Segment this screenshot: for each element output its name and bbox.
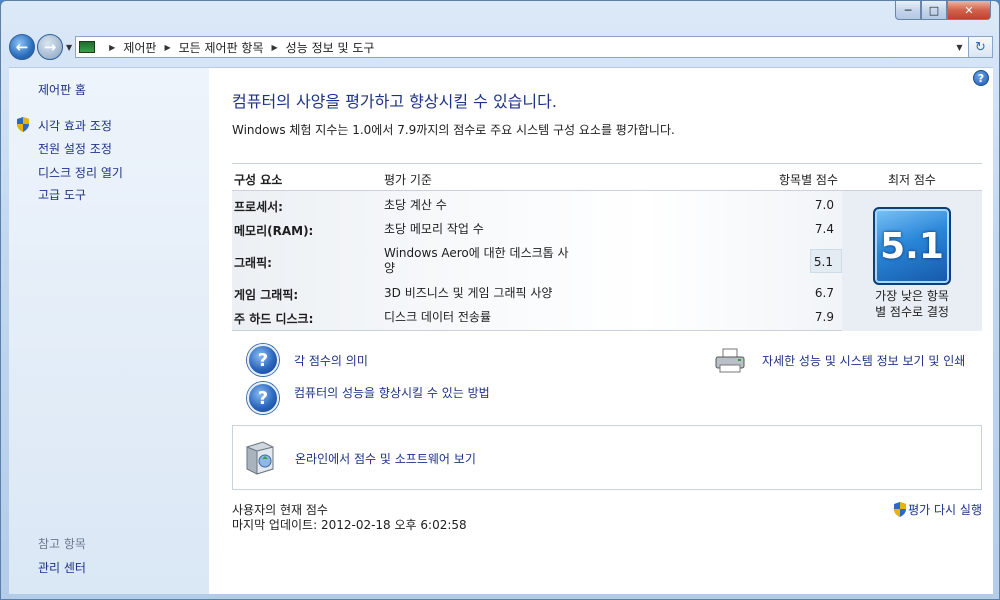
breadcrumb-separator-icon[interactable]: ▶ xyxy=(164,43,170,52)
minimize-button[interactable]: ─ xyxy=(895,1,921,20)
component-name: 그래픽: xyxy=(234,256,272,270)
score-meaning-link[interactable]: 각 점수의 의미 xyxy=(294,352,368,369)
address-bar[interactable]: ▶ 제어판 ▶ 모든 제어판 항목 ▶ 성능 정보 및 도구 ▼ xyxy=(75,36,969,58)
refresh-button[interactable]: ↻ xyxy=(969,36,993,58)
window-frame: ─ □ ✕ ← → ▼ ▶ 제어판 ▶ 모든 제어판 항목 ▶ 성능 정보 및 … xyxy=(0,0,1000,600)
table-row: 프로세서: 초당 계산 수 7.0 xyxy=(232,193,842,217)
question-icon: ? xyxy=(247,382,279,414)
component-name: 게임 그래픽: xyxy=(234,288,299,302)
breadcrumb-control-panel[interactable]: 제어판 xyxy=(123,39,156,56)
online-software-box: 온라인에서 점수 및 소프트웨어 보기 xyxy=(232,425,982,490)
component-name: 프로세서: xyxy=(234,200,283,214)
component-name: 주 하드 디스크: xyxy=(234,312,314,326)
component-criteria: Windows Aero에 대한 데스크톱 사양 xyxy=(384,246,569,275)
table-row: 메모리(RAM): 초당 메모리 작업 수 7.4 xyxy=(232,217,842,241)
rerun-assessment-button[interactable]: 평가 다시 실행 xyxy=(893,501,982,518)
sidebar-item-power-settings[interactable]: 전원 설정 조정 xyxy=(38,140,112,157)
breadcrumb-separator-icon[interactable]: ▶ xyxy=(109,43,115,52)
caption-buttons: ─ □ ✕ xyxy=(895,1,991,20)
address-dropdown-icon[interactable]: ▼ xyxy=(950,43,968,52)
lowest-component-score: 5.1 xyxy=(810,249,842,273)
last-update-label: 마지막 업데이트: 2012-02-18 오후 6:02:58 xyxy=(232,518,467,532)
question-icon: ? xyxy=(247,344,279,376)
sidebar-item-disk-cleanup[interactable]: 디스크 정리 열기 xyxy=(38,164,123,181)
improve-performance-link[interactable]: 컴퓨터의 성능을 향상시킬 수 있는 방법 xyxy=(294,384,490,401)
uac-shield-icon xyxy=(894,502,907,517)
navigation-bar: ← → ▼ ▶ 제어판 ▶ 모든 제어판 항목 ▶ 성능 정보 및 도구 ▼ ↻ xyxy=(9,31,993,63)
maximize-button[interactable]: □ xyxy=(921,1,947,20)
breadcrumb-performance[interactable]: 성능 정보 및 도구 xyxy=(286,39,375,56)
close-button[interactable]: ✕ xyxy=(947,1,991,20)
sidebar-item-visual-effects[interactable]: 시각 효과 조정 xyxy=(38,117,112,134)
forward-button[interactable]: → xyxy=(37,34,63,60)
component-criteria: 초당 계산 수 xyxy=(384,198,447,212)
sidebar-item-action-center[interactable]: 관리 센터 xyxy=(38,559,86,576)
base-score-badge: 5.1 xyxy=(873,207,951,285)
uac-shield-icon xyxy=(17,117,29,132)
table-row: 그래픽: Windows Aero에 대한 데스크톱 사양 5.1 xyxy=(232,245,842,277)
header-component: 구성 요소 xyxy=(234,173,283,187)
main-content: ? 컴퓨터의 사양을 평가하고 향상시킬 수 있습니다. Windows 체험 … xyxy=(209,67,993,594)
component-score: 6.7 xyxy=(814,286,834,300)
component-criteria: 초당 메모리 작업 수 xyxy=(384,222,484,236)
table-row: 주 하드 디스크: 디스크 데이터 전송률 7.9 xyxy=(232,305,842,329)
page-description: Windows 체험 지수는 1.0에서 7.9까지의 점수로 주요 시스템 구… xyxy=(232,123,675,137)
control-panel-icon xyxy=(79,41,96,53)
component-score: 7.9 xyxy=(814,310,834,324)
base-score-desc-line2: 별 점수로 결정 xyxy=(875,305,949,319)
online-scores-link[interactable]: 온라인에서 점수 및 소프트웨어 보기 xyxy=(295,450,476,467)
score-table: 구성 요소 평가 기준 항목별 점수 최저 점수 프로세서: 초당 계산 수 7… xyxy=(232,163,982,331)
sidebar-item-home[interactable]: 제어판 홈 xyxy=(38,81,86,98)
sidebar-item-advanced-tools[interactable]: 고급 도구 xyxy=(38,186,86,203)
printer-icon xyxy=(715,348,745,373)
header-rated: 평가 기준 xyxy=(384,173,432,187)
table-body: 프로세서: 초당 계산 수 7.0 메모리(RAM): 초당 메모리 작업 수 … xyxy=(232,191,982,331)
table-header: 구성 요소 평가 기준 항목별 점수 최저 점수 xyxy=(232,163,982,191)
recent-pages-dropdown[interactable]: ▼ xyxy=(66,43,72,52)
print-details-link[interactable]: 자세한 성능 및 시스템 정보 보기 및 인쇄 xyxy=(762,352,965,369)
sidebar: 제어판 홈 시각 효과 조정 전원 설정 조정 디스크 정리 열기 고급 도구 … xyxy=(9,67,209,594)
breadcrumb-separator-icon[interactable]: ▶ xyxy=(272,43,278,52)
header-subscore: 항목별 점수 xyxy=(779,173,839,187)
help-icon[interactable]: ? xyxy=(973,70,989,86)
base-score-description: 가장 낮은 항목 별 점수로 결정 xyxy=(842,288,982,320)
component-name: 메모리(RAM): xyxy=(234,224,314,238)
back-button[interactable]: ← xyxy=(9,34,35,60)
base-score-panel: 5.1 가장 낮은 항목 별 점수로 결정 xyxy=(842,191,982,331)
base-score-desc-line1: 가장 낮은 항목 xyxy=(875,289,949,303)
breadcrumb-all-items[interactable]: 모든 제어판 항목 xyxy=(179,39,264,56)
rerun-assessment-label: 평가 다시 실행 xyxy=(908,503,982,517)
software-box-icon xyxy=(246,441,274,475)
component-score: 7.4 xyxy=(814,222,834,236)
header-base-score: 최저 점수 xyxy=(888,173,936,187)
page-title: 컴퓨터의 사양을 평가하고 향상시킬 수 있습니다. xyxy=(232,92,557,111)
see-also-title: 참고 항목 xyxy=(38,537,86,551)
table-row: 게임 그래픽: 3D 비즈니스 및 게임 그래픽 사양 6.7 xyxy=(232,281,842,305)
component-criteria: 3D 비즈니스 및 게임 그래픽 사양 xyxy=(384,286,553,300)
component-score: 7.0 xyxy=(814,198,834,212)
component-criteria: 디스크 데이터 전송률 xyxy=(384,310,491,324)
